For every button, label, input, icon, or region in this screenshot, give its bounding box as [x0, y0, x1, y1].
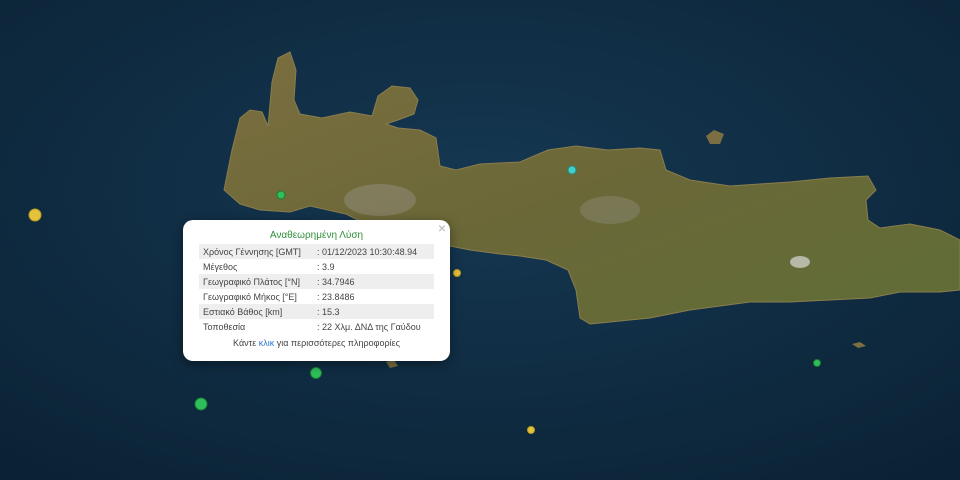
table-row: Εστιακό Βάθος [km] : 15.3 — [199, 304, 434, 319]
magnitude-value: : 3.9 — [317, 261, 335, 272]
earthquake-marker-yellow[interactable] — [527, 426, 535, 434]
location-value: : 22 Χλμ. ΔΝΔ της Γαύδου — [317, 321, 421, 332]
longitude-value: : 23.8486 — [317, 291, 355, 302]
magnitude-label: Μέγεθος — [203, 261, 238, 272]
table-row: Χρόνος Γέννησης [GMT] : 01/12/2023 10:30… — [199, 244, 434, 259]
snow-peak — [790, 256, 810, 268]
earthquake-marker-yellow[interactable] — [453, 269, 461, 277]
more-info-link[interactable]: κλικ — [259, 338, 275, 348]
more-prefix: Κάντε — [233, 338, 259, 348]
more-info-text: Κάντε κλικ για περισσότερες πληροφορίες — [199, 338, 434, 348]
latitude-value: : 34.7946 — [313, 274, 434, 289]
table-row: Μέγεθος : 3.9 — [199, 259, 434, 274]
table-row: Τοποθεσία : 22 Χλμ. ΔΝΔ της Γαύδου — [199, 319, 434, 334]
earthquake-marker-cyan[interactable] — [567, 165, 577, 175]
mountain-area — [344, 184, 416, 216]
earthquake-marker-green[interactable] — [276, 190, 286, 200]
earthquake-marker-green[interactable] — [813, 359, 821, 367]
earthquake-marker-yellow[interactable] — [28, 208, 42, 222]
depth-label: Εστιακό Βάθος [km] — [199, 304, 313, 319]
satellite-map[interactable] — [0, 0, 960, 480]
longitude-label: Γεωγραφικό Μήκος [°E] — [203, 291, 297, 302]
earthquake-marker-green[interactable] — [194, 397, 208, 411]
earthquake-marker-selected[interactable] — [310, 367, 322, 379]
close-icon[interactable]: × — [438, 220, 446, 236]
origin-time-value: : 01/12/2023 10:30:48.94 — [313, 244, 434, 259]
table-row: Γεωγραφικό Πλάτος [°N] : 34.7946 — [199, 274, 434, 289]
more-suffix: για περισσότερες πληροφορίες — [274, 338, 400, 348]
location-label: Τοποθεσία — [203, 321, 246, 332]
table-row: Γεωγραφικό Μήκος [°E] : 23.8486 — [199, 289, 434, 304]
info-table: Χρόνος Γέννησης [GMT] : 01/12/2023 10:30… — [199, 244, 434, 334]
popup-title: Αναθεωρημένη Λύση — [269, 230, 364, 241]
mountain-area — [580, 196, 640, 224]
origin-time-label: Χρόνος Γέννησης [GMT] — [199, 244, 313, 259]
depth-value: : 15.3 — [313, 304, 434, 319]
earthquake-info-popup: × Αναθεωρημένη Λύση Χρόνος Γέννησης [GMT… — [183, 220, 450, 361]
latitude-label: Γεωγραφικό Πλάτος [°N] — [199, 274, 313, 289]
